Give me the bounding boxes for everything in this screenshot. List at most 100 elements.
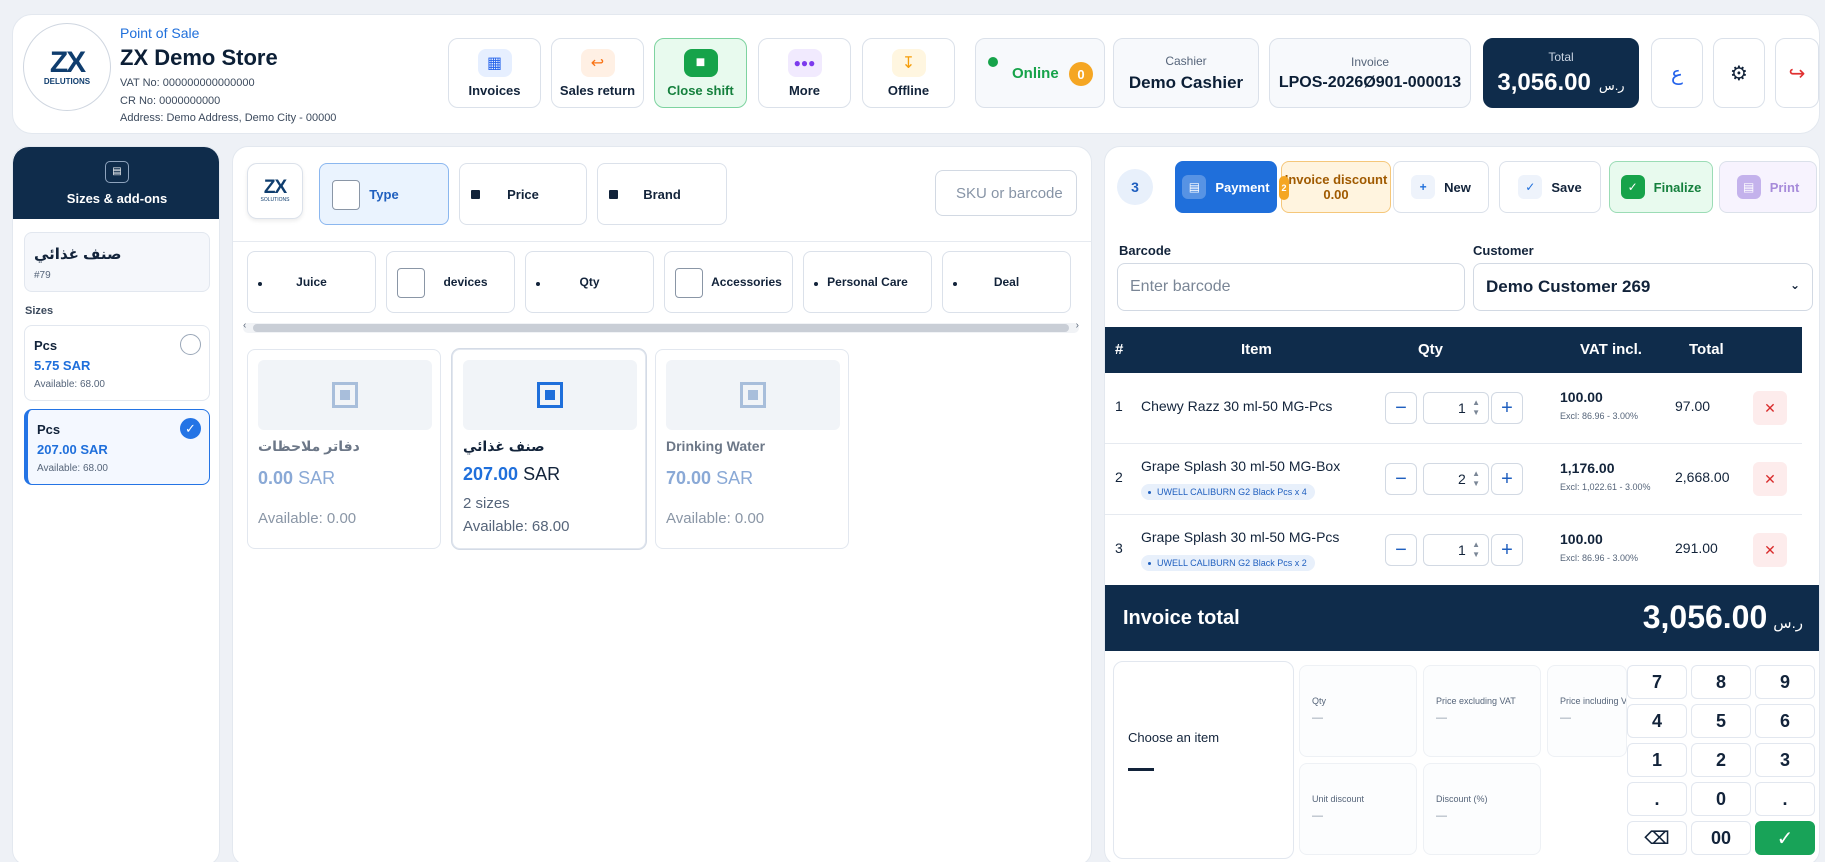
row-vat-excl: Excl: 1,022.61 - 3.00% xyxy=(1560,482,1651,492)
product-card-selected[interactable]: صنف غذائي 207.00 SAR 2 sizes Available: … xyxy=(452,349,646,549)
new-button[interactable]: + New xyxy=(1393,161,1489,213)
invoice-discount-button[interactable]: 2 Invoice discount 0.00 xyxy=(1279,161,1391,213)
key-2[interactable]: 2 xyxy=(1691,743,1751,777)
cart-count-badge: 3 xyxy=(1117,169,1153,205)
category-juice[interactable]: Juice xyxy=(247,251,376,313)
filter-tab-brand[interactable]: Brand xyxy=(597,163,727,225)
key-0[interactable]: 0 xyxy=(1691,782,1751,816)
decrement-button[interactable]: − xyxy=(1385,463,1417,495)
spinner-icon[interactable]: ▲ ▼ xyxy=(1472,540,1480,560)
scroll-left-icon[interactable]: ‹ xyxy=(243,320,246,331)
size-option-selected[interactable]: Pcs 207.00 SAR Available: 68.00 ✓ xyxy=(24,409,210,485)
discount-percent-field[interactable]: Discount (%) — xyxy=(1423,763,1541,855)
filter-tab-price[interactable]: Price xyxy=(459,163,587,225)
decrement-button[interactable]: − xyxy=(1385,534,1417,566)
price-incl-vat-field[interactable]: Price including VAT — xyxy=(1547,665,1627,757)
payment-button[interactable]: ▤ Payment xyxy=(1175,161,1277,213)
category-deal[interactable]: Deal xyxy=(942,251,1071,313)
key-9[interactable]: 9 xyxy=(1755,665,1815,699)
settings-button[interactable]: ⚙ xyxy=(1713,38,1765,108)
qty-input[interactable]: 1 ▲ ▼ xyxy=(1423,392,1489,424)
sales-return-button[interactable]: ↩ Sales return xyxy=(551,38,644,108)
checkbox-icon xyxy=(675,268,703,298)
unit-discount-field[interactable]: Unit discount — xyxy=(1299,763,1417,855)
decrement-button[interactable]: − xyxy=(1385,392,1417,424)
qty-field[interactable]: Qty — xyxy=(1299,665,1417,757)
sku-search-input[interactable]: SKU or barcode xyxy=(935,170,1077,216)
category-label: Qty xyxy=(579,275,600,289)
scroll-right-icon[interactable]: › xyxy=(1076,320,1079,331)
bullet-icon xyxy=(258,282,262,286)
qty-input[interactable]: 2 ▲ ▼ xyxy=(1423,463,1489,495)
size-option[interactable]: Pcs 5.75 SAR Available: 68.00 xyxy=(24,325,210,401)
delete-row-button[interactable]: ✕ xyxy=(1753,391,1787,425)
col-total: Total xyxy=(1689,341,1724,358)
key-7[interactable]: 7 xyxy=(1627,665,1687,699)
category-qty[interactable]: Qty xyxy=(525,251,654,313)
delete-row-button[interactable]: ✕ xyxy=(1753,533,1787,567)
delete-row-button[interactable]: ✕ xyxy=(1753,462,1787,496)
finalize-button[interactable]: ✓ Finalize xyxy=(1609,161,1713,213)
plus-icon: + xyxy=(1411,175,1436,199)
wallet-icon: ▤ xyxy=(1182,175,1207,199)
discount-badge: 2 xyxy=(1279,176,1289,200)
field-value: — xyxy=(1436,810,1447,822)
filter-tab-type[interactable]: Type xyxy=(319,163,449,225)
row-number: 3 xyxy=(1115,540,1123,556)
check-icon[interactable]: ✓ xyxy=(180,418,201,439)
field-value: — xyxy=(1312,712,1323,724)
spinner-icon[interactable]: ▲ ▼ xyxy=(1472,469,1480,489)
size-price: 207.00 SAR xyxy=(37,442,108,457)
key-5[interactable]: 5 xyxy=(1691,704,1751,738)
qty-input[interactable]: 1 ▲ ▼ xyxy=(1423,534,1489,566)
more-button[interactable]: ●●● More xyxy=(758,38,851,108)
category-accessories[interactable]: Accessories xyxy=(664,251,793,313)
backspace-icon[interactable]: ⌫ xyxy=(1627,821,1687,855)
key-1[interactable]: 1 xyxy=(1627,743,1687,777)
language-button[interactable]: ع xyxy=(1651,38,1703,108)
row-addon-tag: UWELL CALIBURN G2 Black Pcs x 4 xyxy=(1141,484,1315,500)
category-scrollbar[interactable]: ‹ › xyxy=(243,320,1079,333)
invoices-button[interactable]: ▦ Invoices xyxy=(448,38,541,108)
price-excl-vat-field[interactable]: Price excluding VAT — xyxy=(1423,665,1541,757)
increment-button[interactable]: + xyxy=(1491,534,1523,566)
cart-row[interactable]: 2 Grape Splash 30 ml-50 MG-Box UWELL CAL… xyxy=(1105,444,1802,515)
filter-tab-label: Price xyxy=(507,186,539,202)
header-total-label: Total xyxy=(1548,49,1574,64)
key-6[interactable]: 6 xyxy=(1755,704,1815,738)
product-card[interactable]: Drinking Water 70.00 SAR Available: 0.00 xyxy=(655,349,849,549)
header-currency: ر.س xyxy=(1598,77,1625,93)
product-card[interactable]: دفاتر ملاحظات 0.00 SAR Available: 0.00 xyxy=(247,349,441,549)
key-8[interactable]: 8 xyxy=(1691,665,1751,699)
key-dot-2[interactable]: . xyxy=(1755,782,1815,816)
increment-button[interactable]: + xyxy=(1491,463,1523,495)
spinner-icon[interactable]: ▲ ▼ xyxy=(1472,398,1480,418)
key-4[interactable]: 4 xyxy=(1627,704,1687,738)
cart-row[interactable]: 3 Grape Splash 30 ml-50 MG-Pcs UWELL CAL… xyxy=(1105,515,1802,586)
key-00[interactable]: 00 xyxy=(1691,821,1751,855)
qty-value: 2 xyxy=(1458,471,1466,487)
radio-icon[interactable] xyxy=(180,334,201,355)
confirm-key[interactable]: ✓ xyxy=(1755,821,1815,855)
barcode-input[interactable]: Enter barcode xyxy=(1117,263,1465,311)
category-devices[interactable]: devices xyxy=(386,251,515,313)
customer-select[interactable]: Demo Customer 269 ⌄ xyxy=(1473,263,1813,311)
print-button[interactable]: ▤ Print xyxy=(1719,161,1817,213)
offline-button[interactable]: ↧ Offline xyxy=(862,38,955,108)
logout-button[interactable]: ↪ xyxy=(1775,38,1819,108)
key-3[interactable]: 3 xyxy=(1755,743,1815,777)
product-name: Drinking Water xyxy=(666,438,766,454)
cart-row[interactable]: 1 Chewy Razz 30 ml-50 MG-Pcs − 1 ▲ ▼ + 100… xyxy=(1105,373,1802,444)
close-shift-button[interactable]: ■ Close shift xyxy=(654,38,747,108)
checkbox-icon xyxy=(397,268,425,298)
key-dot[interactable]: . xyxy=(1627,782,1687,816)
save-button[interactable]: ✓ Save xyxy=(1499,161,1601,213)
category-personal-care[interactable]: Personal Care xyxy=(803,251,932,313)
row-vat-excl: Excl: 86.96 - 3.00% xyxy=(1560,411,1639,421)
scrollbar-thumb[interactable] xyxy=(253,324,1069,332)
invoice-total-currency: ر.س xyxy=(1773,615,1803,632)
finalize-check-icon: ✓ xyxy=(1620,175,1645,199)
size-available: Available: 68.00 xyxy=(34,379,105,390)
increment-button[interactable]: + xyxy=(1491,392,1523,424)
bullet-icon xyxy=(814,282,818,286)
